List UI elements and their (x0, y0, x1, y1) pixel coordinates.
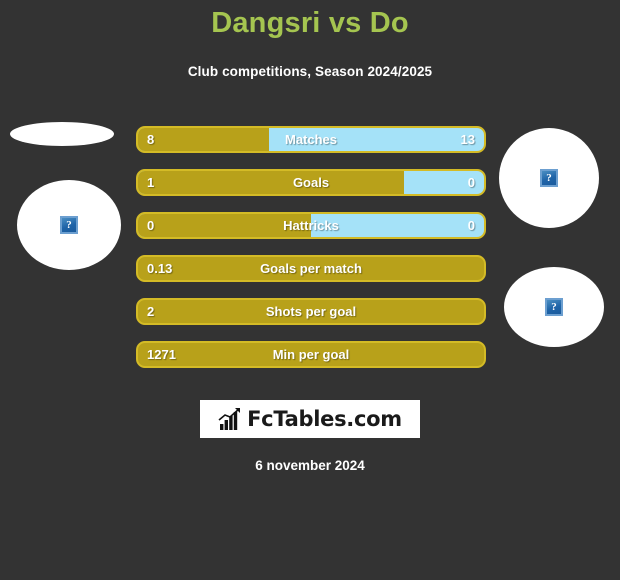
stat-bar: 1 Goals 0 (136, 169, 486, 196)
home-avatar-bottom: ? (17, 180, 121, 270)
page-title: Dangsri vs Do (211, 7, 409, 39)
stat-bar-label: Hattricks (283, 218, 339, 233)
page-subtitle: Club competitions, Season 2024/2025 (187, 64, 433, 79)
away-avatar-top: ? (499, 128, 599, 228)
stat-bar: 0.13 Goals per match (136, 255, 486, 282)
footer-date: 6 november 2024 (255, 458, 365, 473)
stat-bar-label: Shots per goal (265, 304, 357, 319)
stat-comparison-chart: Dangsri vs Do Club competitions, Season … (0, 0, 620, 580)
stat-bar-label: Goals per match (260, 261, 362, 276)
stat-bar-label: Min per goal (272, 347, 350, 362)
away-avatar-bottom: ? (504, 267, 604, 347)
stat-bar: 2 Shots per goal (136, 298, 486, 325)
stat-bar: 8 Matches 13 (136, 126, 486, 153)
stat-bar-away-value: 0 (467, 218, 475, 233)
broken-image-icon: ? (60, 216, 78, 234)
stat-bar-label: Matches (284, 132, 338, 147)
fctables-logo[interactable]: FcTables.com (200, 400, 420, 438)
stat-bar: 1271 Min per goal (136, 341, 486, 368)
logo-text: FcTables.com (247, 407, 402, 431)
stat-bar-away-value: 0 (467, 175, 475, 190)
stat-bar-list: 8 Matches 13 1 Goals 0 0 Hattricks 0 0.13 Goals pe… (136, 126, 486, 384)
broken-image-icon: ? (540, 169, 558, 187)
stat-bar-label: Goals (292, 175, 330, 190)
bar-chart-icon (218, 408, 241, 430)
home-avatar-top: ? (10, 122, 114, 146)
stat-bar-away-value: 13 (460, 132, 475, 147)
stat-bar: 0 Hattricks 0 (136, 212, 486, 239)
broken-image-icon: ? (545, 298, 563, 316)
